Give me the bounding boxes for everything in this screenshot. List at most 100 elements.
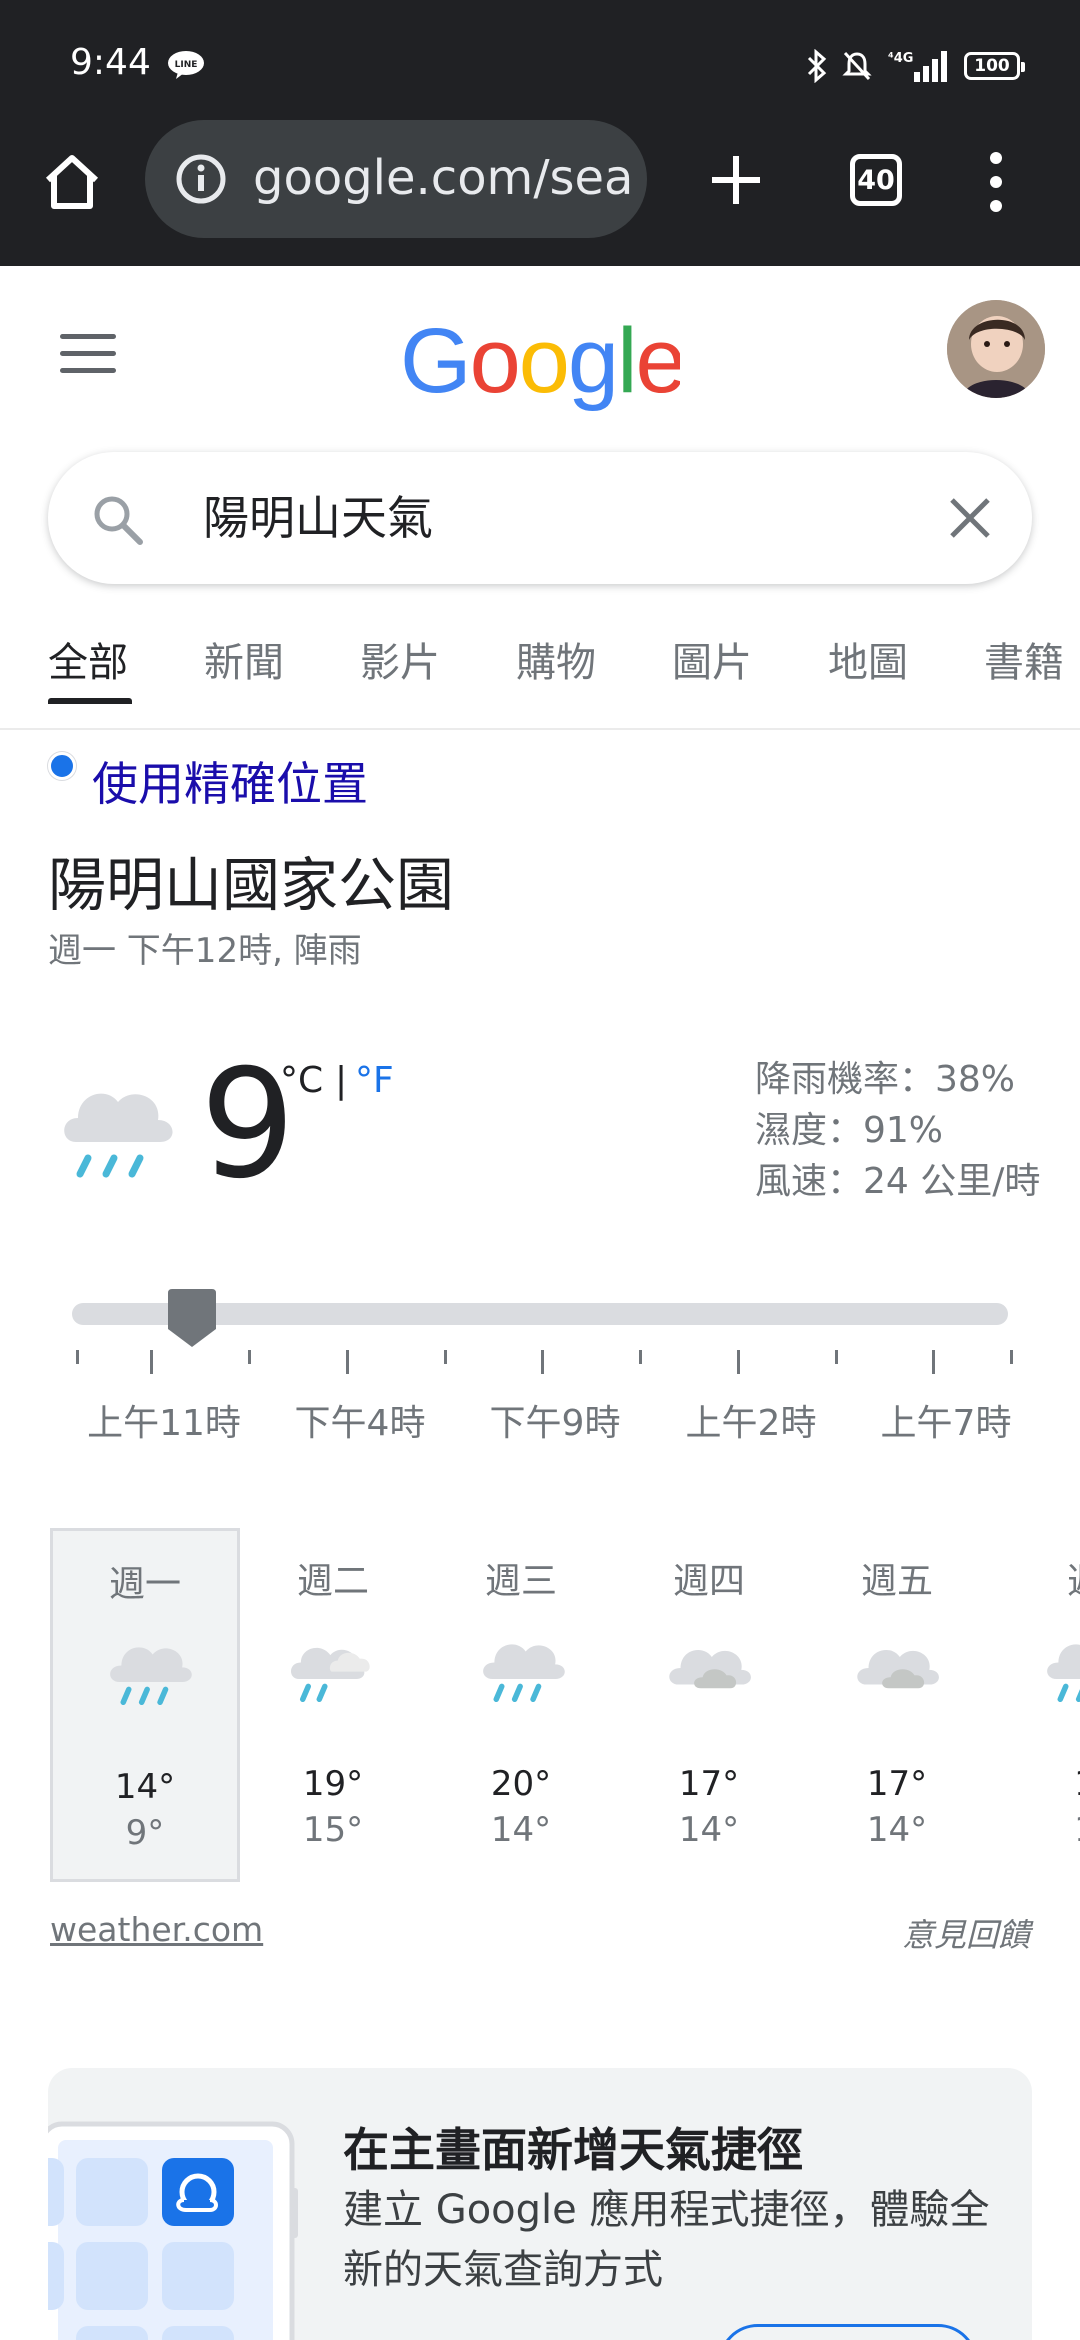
slider-tick (835, 1350, 838, 1364)
day-forecast-3[interactable]: 週四 17° 14° (614, 1528, 804, 1882)
active-tab-indicator (48, 698, 132, 704)
time-label: 下午9時 (489, 1403, 621, 1444)
slider-tick (444, 1350, 447, 1364)
precipitation: 降雨機率：38% (755, 1059, 1016, 1100)
promo-body: 建立 Google 應用程式捷徑，體驗全新的天氣查詢方式 (343, 2187, 990, 2293)
phone-illustration (48, 2121, 298, 2340)
account-avatar[interactable] (947, 300, 1045, 398)
svg-text:Google: Google (400, 312, 680, 412)
slider-tick (1010, 1350, 1013, 1364)
day-high-temp: 19° (302, 1764, 364, 1804)
day-high-temp: 17° (866, 1764, 928, 1804)
day-low-temp: 14° (866, 1810, 928, 1850)
main-menu-icon[interactable] (60, 334, 116, 374)
celsius-unit[interactable]: °C (280, 1060, 323, 1101)
day-name: 週五 (860, 1561, 933, 1602)
tab-all[interactable]: 全部 (48, 630, 128, 688)
address-bar[interactable]: google.com/sear (145, 120, 647, 238)
slider-tick (248, 1350, 251, 1364)
browser-chrome: 9:44 LINE ⁴4G 100 google.com/sear 40 (0, 0, 1080, 266)
day-forecast-1[interactable]: 週二 19° 15° (238, 1528, 428, 1882)
search-input[interactable]: 陽明山天氣 (203, 486, 433, 550)
fahrenheit-unit[interactable]: °F (355, 1060, 394, 1101)
signal-4g-icon: ⁴4G (888, 51, 947, 82)
tab-videos[interactable]: 影片 (360, 630, 440, 688)
wind-speed: 風速：24 公里/時 (755, 1161, 1041, 1202)
search-box[interactable]: 陽明山天氣 (48, 452, 1032, 584)
day-name: 週二 (296, 1561, 369, 1602)
status-time: 9:44 (70, 42, 151, 83)
promo-title: 在主畫面新增天氣捷徑 (343, 2123, 803, 2177)
precise-location-link[interactable]: 使用精確位置 (92, 748, 368, 814)
slider-tick (639, 1350, 642, 1364)
time-label: 上午2時 (685, 1403, 817, 1444)
day-high-temp: 17° (678, 1764, 740, 1804)
slider-tick-major (150, 1350, 153, 1374)
unit-separator: | (335, 1060, 348, 1101)
day-low-temp: 14° (490, 1810, 552, 1850)
time-label: 下午4時 (294, 1403, 426, 1444)
tab-books[interactable]: 書籍 (984, 630, 1064, 688)
tab-shopping[interactable]: 購物 (516, 630, 596, 688)
new-tab-icon[interactable] (706, 150, 766, 210)
tab-switcher-button[interactable]: 40 (850, 154, 902, 206)
day-forecast-2[interactable]: 週三 20° 14° (426, 1528, 616, 1882)
day-forecast-5[interactable]: 週 1 1 (990, 1528, 1080, 1882)
url-text[interactable]: google.com/sear (253, 148, 633, 208)
day-high-temp: 20° (490, 1764, 552, 1804)
tab-images[interactable]: 圖片 (672, 630, 752, 688)
cloudy-icon (857, 1649, 939, 1689)
home-icon[interactable] (40, 150, 104, 214)
day-low-temp: 14° (678, 1810, 740, 1850)
daily-forecast: 週一14°9°週二19°15°週三20°14°週四17°14°週五17°14°週… (0, 1528, 1080, 1884)
day-name: 週一 (108, 1564, 181, 1605)
feedback-link[interactable]: 意見回饋 (902, 1910, 1030, 1956)
status-bar: 9:44 LINE ⁴4G 100 (0, 0, 1080, 130)
day-low-temp: 9° (125, 1813, 165, 1853)
day-forecast-4[interactable]: 週五 17° 14° (802, 1528, 992, 1882)
slider-tick (76, 1350, 79, 1364)
site-info-icon[interactable] (175, 153, 227, 205)
google-logo[interactable]: Google (400, 312, 680, 422)
day-low-temp: 1 (990, 1810, 1080, 1850)
battery-indicator: 100 (964, 52, 1025, 80)
rain-icon (64, 1093, 173, 1178)
humidity: 濕度：91% (755, 1110, 944, 1151)
rain-icon (1047, 1644, 1080, 1703)
promo-add-button[interactable] (718, 2324, 978, 2340)
time-label: 上午7時 (880, 1403, 1012, 1444)
hourly-slider-thumb[interactable] (166, 1287, 218, 1349)
rain-icon (483, 1644, 565, 1703)
close-icon[interactable] (946, 494, 994, 542)
weather-shortcut-promo[interactable]: 在主畫面新增天氣捷徑 建立 Google 應用程式捷徑，體驗全新的天氣查詢方式 (48, 2068, 1032, 2340)
day-high-temp: 1 (990, 1764, 1080, 1804)
search-icon[interactable] (90, 492, 144, 546)
weather-datetime-condition: 週一 下午12時, 陣雨 (48, 931, 362, 971)
day-high-temp: 14° (114, 1767, 176, 1807)
slider-tick-major (346, 1350, 349, 1374)
cloudy-icon (669, 1649, 751, 1689)
day-low-temp: 15° (302, 1810, 364, 1850)
weather-details: 降雨機率：38% 濕度：91% 風速：24 公里/時 (755, 1054, 1055, 1207)
slider-tick-major (737, 1350, 740, 1374)
slider-tick-major (541, 1350, 544, 1374)
slider-tick-major (932, 1350, 935, 1374)
status-icons: ⁴4G 100 (806, 46, 1025, 86)
weather-source-link[interactable]: weather.com (50, 1910, 263, 1949)
tab-maps[interactable]: 地圖 (828, 630, 908, 688)
svg-text:⁴4G: ⁴4G (888, 51, 913, 66)
tab-news[interactable]: 新聞 (204, 630, 284, 688)
partly-cloudy-rain-icon (290, 1647, 370, 1703)
browser-toolbar: google.com/sear 40 (0, 120, 1080, 240)
more-menu-icon[interactable] (985, 150, 1007, 214)
weather-location-title: 陽明山國家公園 (48, 851, 455, 919)
rain-icon (110, 1647, 192, 1706)
line-app-icon: LINE (168, 51, 204, 79)
location-dot-icon (48, 752, 76, 780)
bluetooth-icon (807, 49, 827, 83)
mute-bell-icon (842, 51, 872, 81)
day-forecast-0[interactable]: 週一 14° 9° (50, 1528, 240, 1882)
svg-text:LINE: LINE (175, 60, 198, 70)
time-label: 上午11時 (87, 1403, 241, 1444)
google-header: Google (0, 266, 1080, 436)
